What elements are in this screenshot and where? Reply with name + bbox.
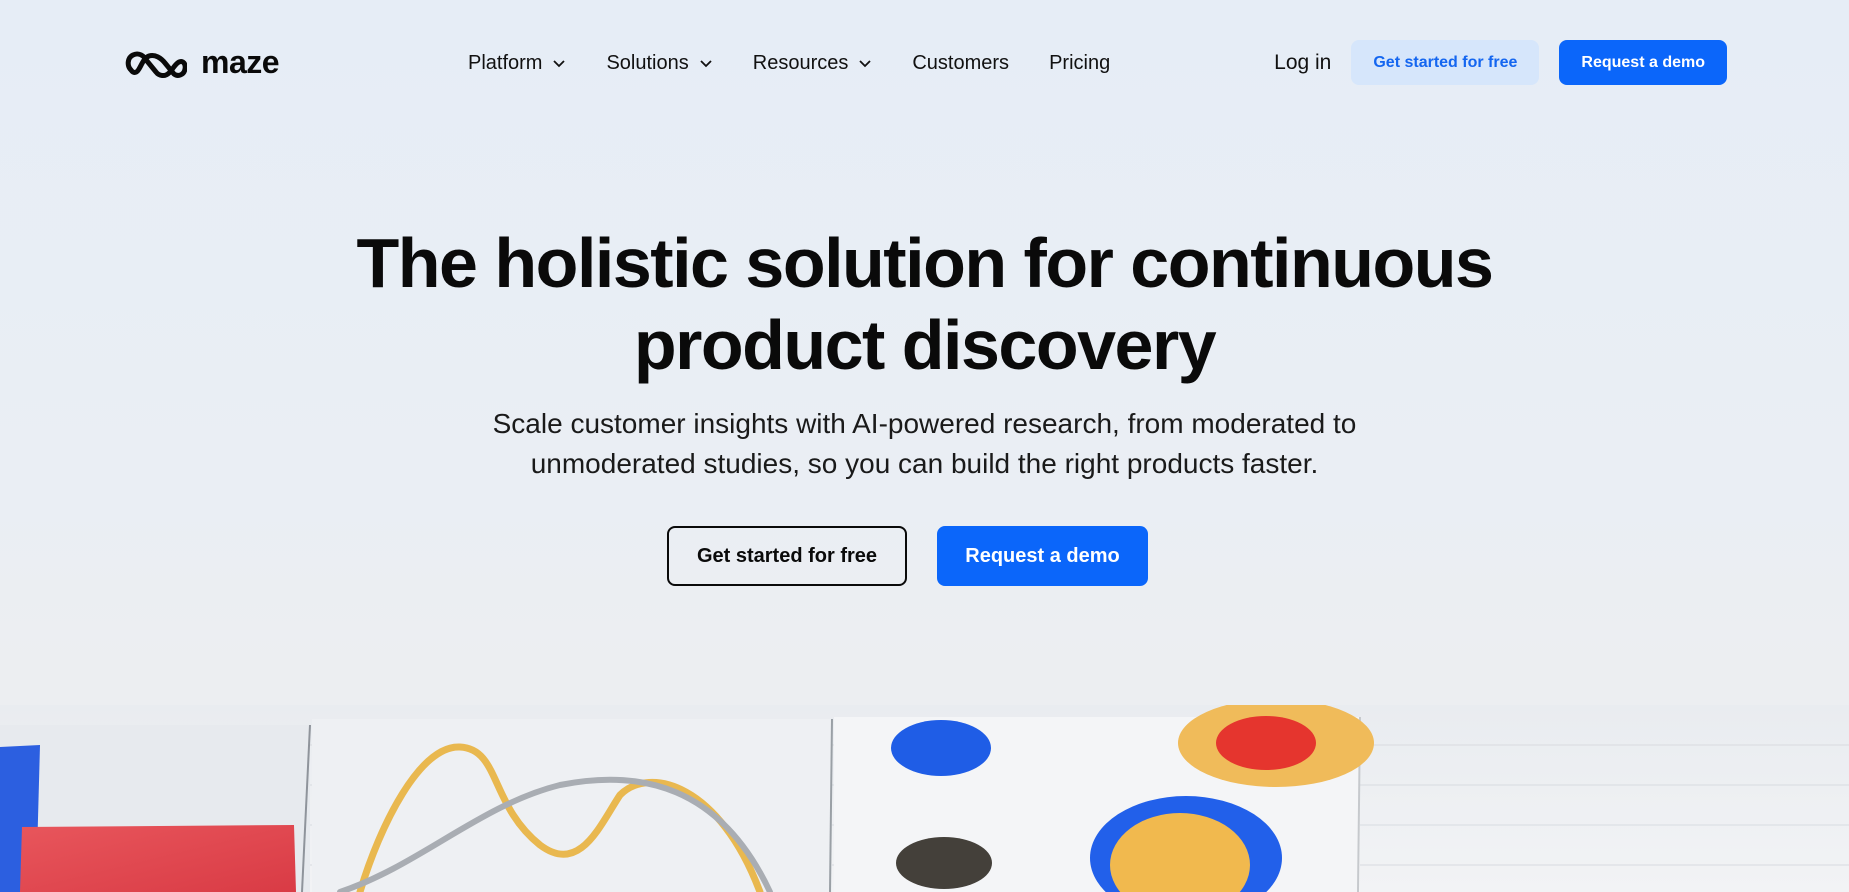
landing-page: maze Platform Solutions Resources Custom… (0, 0, 1849, 892)
hero-subtitle-line: Scale customer insights with AI-powered … (492, 408, 1357, 439)
nav-item-label: Pricing (1049, 51, 1111, 74)
nav-item-resources[interactable]: Resources (753, 46, 873, 80)
hero-subtitle-line: unmoderated studies, so you can build th… (530, 448, 1319, 479)
get-started-button[interactable]: Get started for free (1351, 40, 1540, 85)
hero-illustration (0, 705, 1849, 892)
hero-request-demo-button[interactable]: Request a demo (937, 526, 1148, 586)
brand-name: maze (201, 43, 280, 80)
chevron-down-icon (859, 60, 871, 68)
nav-item-label: Platform (468, 51, 543, 74)
hero-title: The holistic solution for continuous pro… (0, 222, 1849, 386)
hero-cta-group: Get started for free Request a demo (0, 526, 1849, 586)
nav-item-solutions[interactable]: Solutions (606, 46, 712, 80)
hero-get-started-button[interactable]: Get started for free (667, 526, 907, 586)
nav-item-label: Resources (752, 51, 849, 74)
main-nav: Platform Solutions Resources Customers P… (468, 46, 1150, 80)
hero-title-line: The holistic solution for continuous (356, 224, 1494, 302)
nav-item-pricing[interactable]: Pricing (1049, 46, 1110, 80)
nav-item-label: Solutions (606, 51, 689, 74)
nav-item-platform[interactable]: Platform (468, 46, 566, 80)
hero-title-line: product discovery (633, 306, 1217, 384)
login-link[interactable]: Log in (1274, 51, 1331, 75)
hero-illustration-graphic (0, 705, 1849, 892)
chevron-down-icon (553, 60, 566, 68)
maze-logo-icon (125, 51, 187, 78)
top-navigation: maze Platform Solutions Resources Custom… (0, 0, 1849, 124)
nav-item-label: Customers (912, 51, 1010, 74)
nav-item-customers[interactable]: Customers (912, 46, 1009, 80)
chevron-down-icon (700, 60, 712, 68)
hero-subtitle: Scale customer insights with AI-powered … (0, 404, 1849, 484)
request-demo-button[interactable]: Request a demo (1559, 40, 1727, 85)
nav-actions: Log in Get started for free Request a de… (1274, 40, 1727, 85)
brand-logo[interactable]: maze (125, 43, 280, 80)
